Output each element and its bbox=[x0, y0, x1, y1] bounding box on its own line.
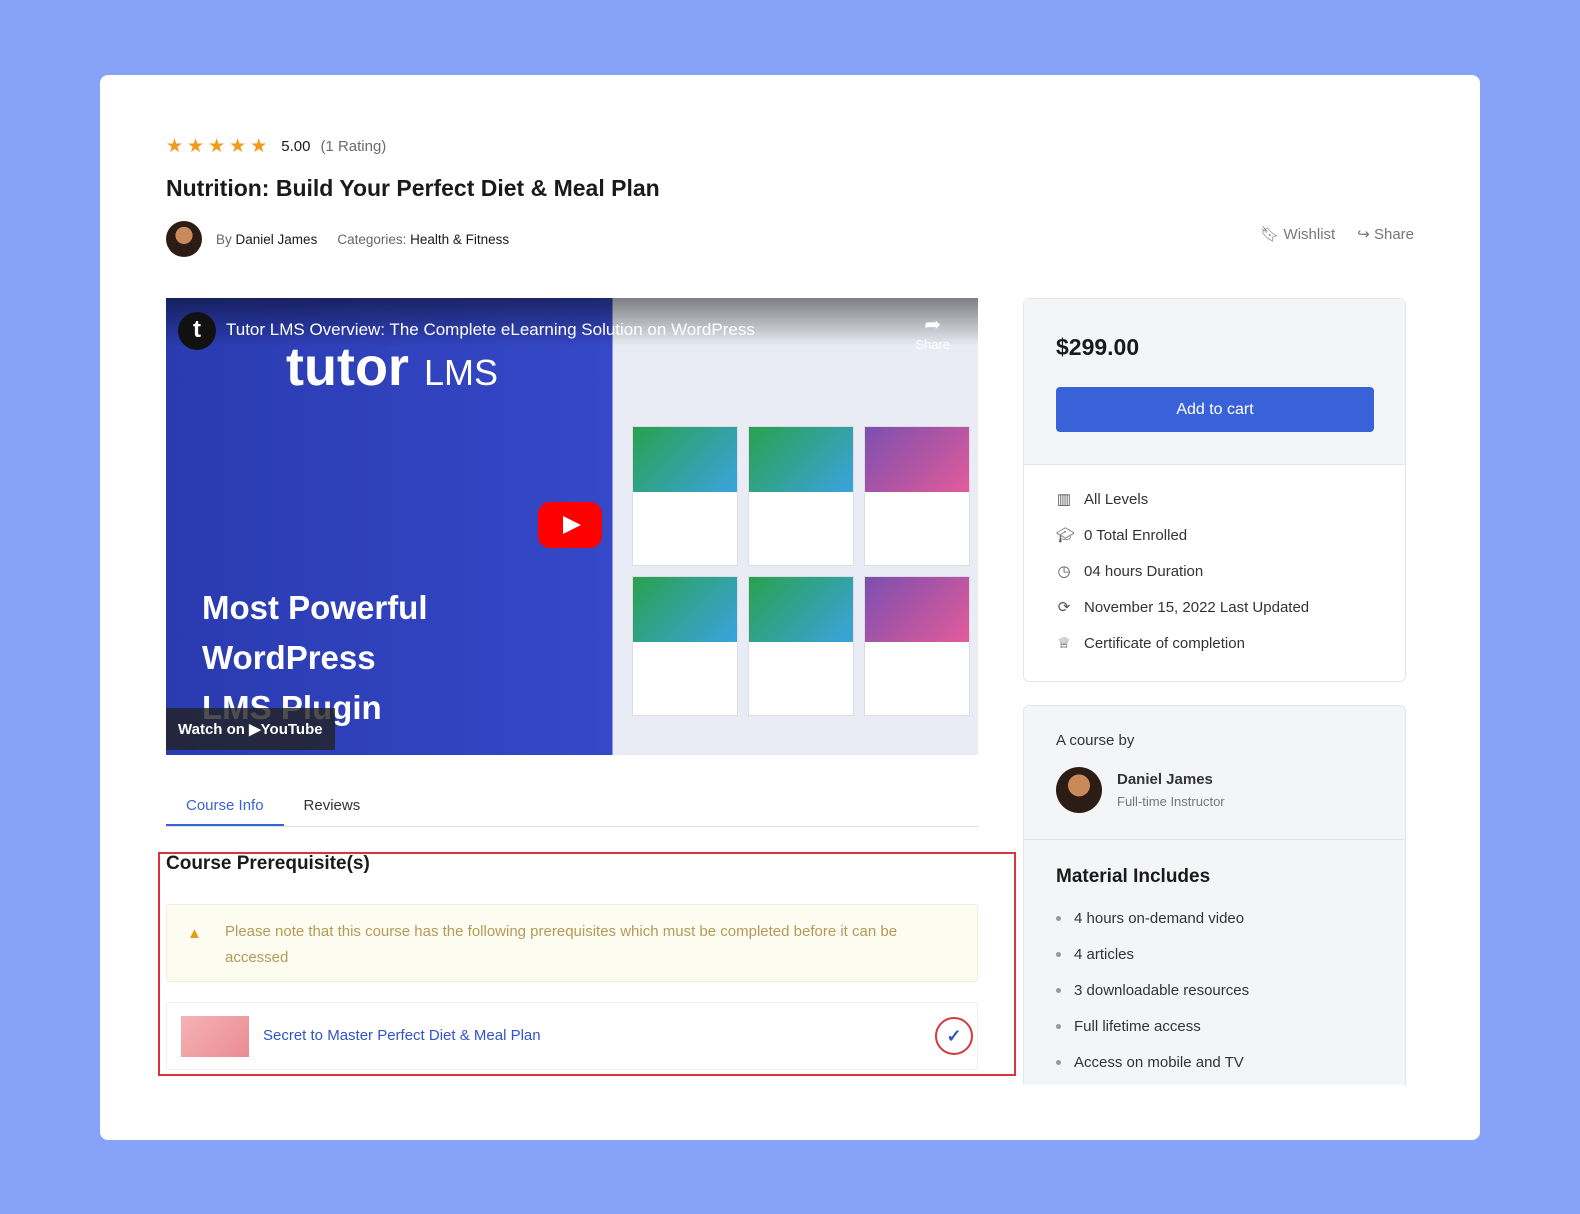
logo-text: tutor bbox=[286, 337, 409, 397]
instructor-name[interactable]: Daniel James bbox=[1117, 771, 1225, 788]
course-thumbnail bbox=[181, 1016, 249, 1057]
instructor-avatar[interactable] bbox=[1056, 767, 1102, 813]
info-updated: ⟳ November 15, 2022 Last Updated bbox=[1056, 589, 1373, 625]
instructor-card: A course by Daniel James Full-time Instr… bbox=[1023, 705, 1406, 1085]
video-preview-grid bbox=[632, 426, 970, 716]
price: $299.00 bbox=[1056, 334, 1140, 360]
categories-label: Categories: bbox=[337, 231, 407, 247]
clock-icon: ◷ bbox=[1057, 563, 1071, 580]
material-item: Full lifetime access bbox=[1056, 1008, 1373, 1044]
materials-title: Material Includes bbox=[1056, 866, 1211, 887]
refresh-icon: ⟳ bbox=[1057, 599, 1071, 616]
youtube-label: YouTube bbox=[260, 721, 323, 738]
star-icon: ★ bbox=[208, 136, 226, 157]
certificate-icon: ♕ bbox=[1057, 635, 1071, 652]
star-icon: ★ bbox=[229, 136, 247, 157]
info-text: Certificate of completion bbox=[1084, 634, 1245, 652]
instructor-role: Full-time Instructor bbox=[1117, 794, 1225, 809]
share-label: Share bbox=[1373, 226, 1414, 243]
preview-card bbox=[748, 426, 854, 566]
material-includes: Material Includes 4 hours on-demand vide… bbox=[1024, 839, 1405, 1106]
bookmark-icon: 🔖︎ bbox=[1260, 226, 1280, 243]
info-levels: ▥ All Levels bbox=[1056, 481, 1373, 517]
course-actions: 🔖︎ Wishlist ↪ Share bbox=[1260, 225, 1414, 243]
by-label: By bbox=[216, 231, 232, 247]
material-item: 4 articles bbox=[1056, 936, 1373, 972]
play-button[interactable] bbox=[538, 502, 602, 548]
course-title: Nutrition: Build Your Perfect Diet & Mea… bbox=[166, 175, 660, 201]
add-to-cart-button[interactable]: Add to cart bbox=[1056, 387, 1374, 432]
checkmark-icon: ✓ bbox=[935, 1017, 973, 1055]
info-text: All Levels bbox=[1084, 490, 1149, 508]
watch-on-label: Watch on bbox=[178, 721, 245, 738]
star-icon: ★ bbox=[250, 136, 268, 157]
preview-card bbox=[632, 426, 738, 566]
notice-text: Please note that this course has the fol… bbox=[225, 923, 898, 966]
warning-icon: ▲ bbox=[187, 925, 202, 942]
video-player[interactable]: tutor LMS Tutor LMS Overview: The Comple… bbox=[166, 298, 978, 755]
video-title[interactable]: Tutor LMS Overview: The Complete eLearni… bbox=[166, 298, 978, 346]
star-icon: ★ bbox=[166, 136, 184, 157]
tab-course-info[interactable]: Course Info bbox=[166, 783, 284, 826]
info-text: November 15, 2022 Last Updated bbox=[1084, 598, 1310, 616]
info-text: 0 Total Enrolled bbox=[1084, 526, 1188, 544]
wishlist-label: Wishlist bbox=[1283, 226, 1336, 243]
watch-on-youtube-button[interactable]: Watch on ▶YouTube bbox=[166, 708, 335, 750]
tab-reviews[interactable]: Reviews bbox=[284, 783, 381, 826]
prerequisite-notice: ▲ Please note that this course has the f… bbox=[166, 904, 978, 982]
channel-icon[interactable]: t bbox=[178, 312, 216, 350]
course-tabs: Course Info Reviews bbox=[166, 783, 978, 827]
share-icon: ↪ bbox=[1357, 226, 1370, 243]
level-bars-icon: ▥ bbox=[1056, 491, 1072, 508]
author-link[interactable]: Daniel James bbox=[236, 232, 318, 247]
video-share-button[interactable]: ➦ Share bbox=[915, 312, 950, 352]
preview-card bbox=[864, 576, 970, 716]
wishlist-button[interactable]: 🔖︎ Wishlist bbox=[1260, 225, 1335, 243]
course-info-list: ▥ All Levels 🎓︎ 0 Total Enrolled ◷ 04 hours… bbox=[1024, 465, 1405, 677]
prerequisite-link[interactable]: Secret to Master Perfect Diet & Meal Pla… bbox=[263, 1027, 541, 1044]
info-duration: ◷ 04 hours Duration bbox=[1056, 553, 1373, 589]
category-link[interactable]: Health & Fitness bbox=[410, 232, 509, 247]
prerequisite-item[interactable]: Secret to Master Perfect Diet & Meal Pla… bbox=[166, 1002, 978, 1070]
author-avatar[interactable] bbox=[166, 221, 202, 257]
youtube-icon: ▶ bbox=[249, 721, 261, 738]
course-by-label: A course by bbox=[1056, 732, 1135, 749]
info-certificate: ♕ Certificate of completion bbox=[1056, 625, 1373, 661]
prerequisites-title: Course Prerequisite(s) bbox=[166, 853, 370, 874]
info-text: 04 hours Duration bbox=[1084, 562, 1204, 580]
star-icon: ★ bbox=[187, 136, 205, 157]
headline-line: WordPress bbox=[202, 639, 376, 676]
material-item: Access on mobile and TV bbox=[1056, 1044, 1373, 1080]
pricing-card: $299.00 Add to cart ▥ All Levels 🎓︎ 0 Tota… bbox=[1023, 298, 1406, 682]
share-button[interactable]: ↪ Share bbox=[1357, 225, 1414, 243]
preview-card bbox=[748, 576, 854, 716]
rating: ★ ★ ★ ★ ★ 5.00 (1 Rating) bbox=[166, 135, 386, 158]
video-share-label: Share bbox=[915, 337, 950, 352]
preview-card bbox=[864, 426, 970, 566]
headline-line: Most Powerful bbox=[202, 589, 428, 626]
graduation-cap-icon: 🎓︎ bbox=[1056, 527, 1076, 544]
course-page: ★ ★ ★ ★ ★ 5.00 (1 Rating) Nutrition: Build Y… bbox=[100, 75, 1480, 1140]
rating-count: (1 Rating) bbox=[320, 138, 387, 155]
info-enrolled: 🎓︎ 0 Total Enrolled bbox=[1056, 517, 1373, 553]
preview-card bbox=[632, 576, 738, 716]
logo-suffix: LMS bbox=[423, 352, 498, 393]
material-item: 3 downloadable resources bbox=[1056, 972, 1373, 1008]
course-meta: By Daniel James Categories: Health & Fit… bbox=[166, 221, 509, 257]
material-item: 4 hours on-demand video bbox=[1056, 900, 1373, 936]
share-arrow-icon: ➦ bbox=[924, 314, 942, 336]
rating-value: 5.00 bbox=[281, 138, 311, 155]
